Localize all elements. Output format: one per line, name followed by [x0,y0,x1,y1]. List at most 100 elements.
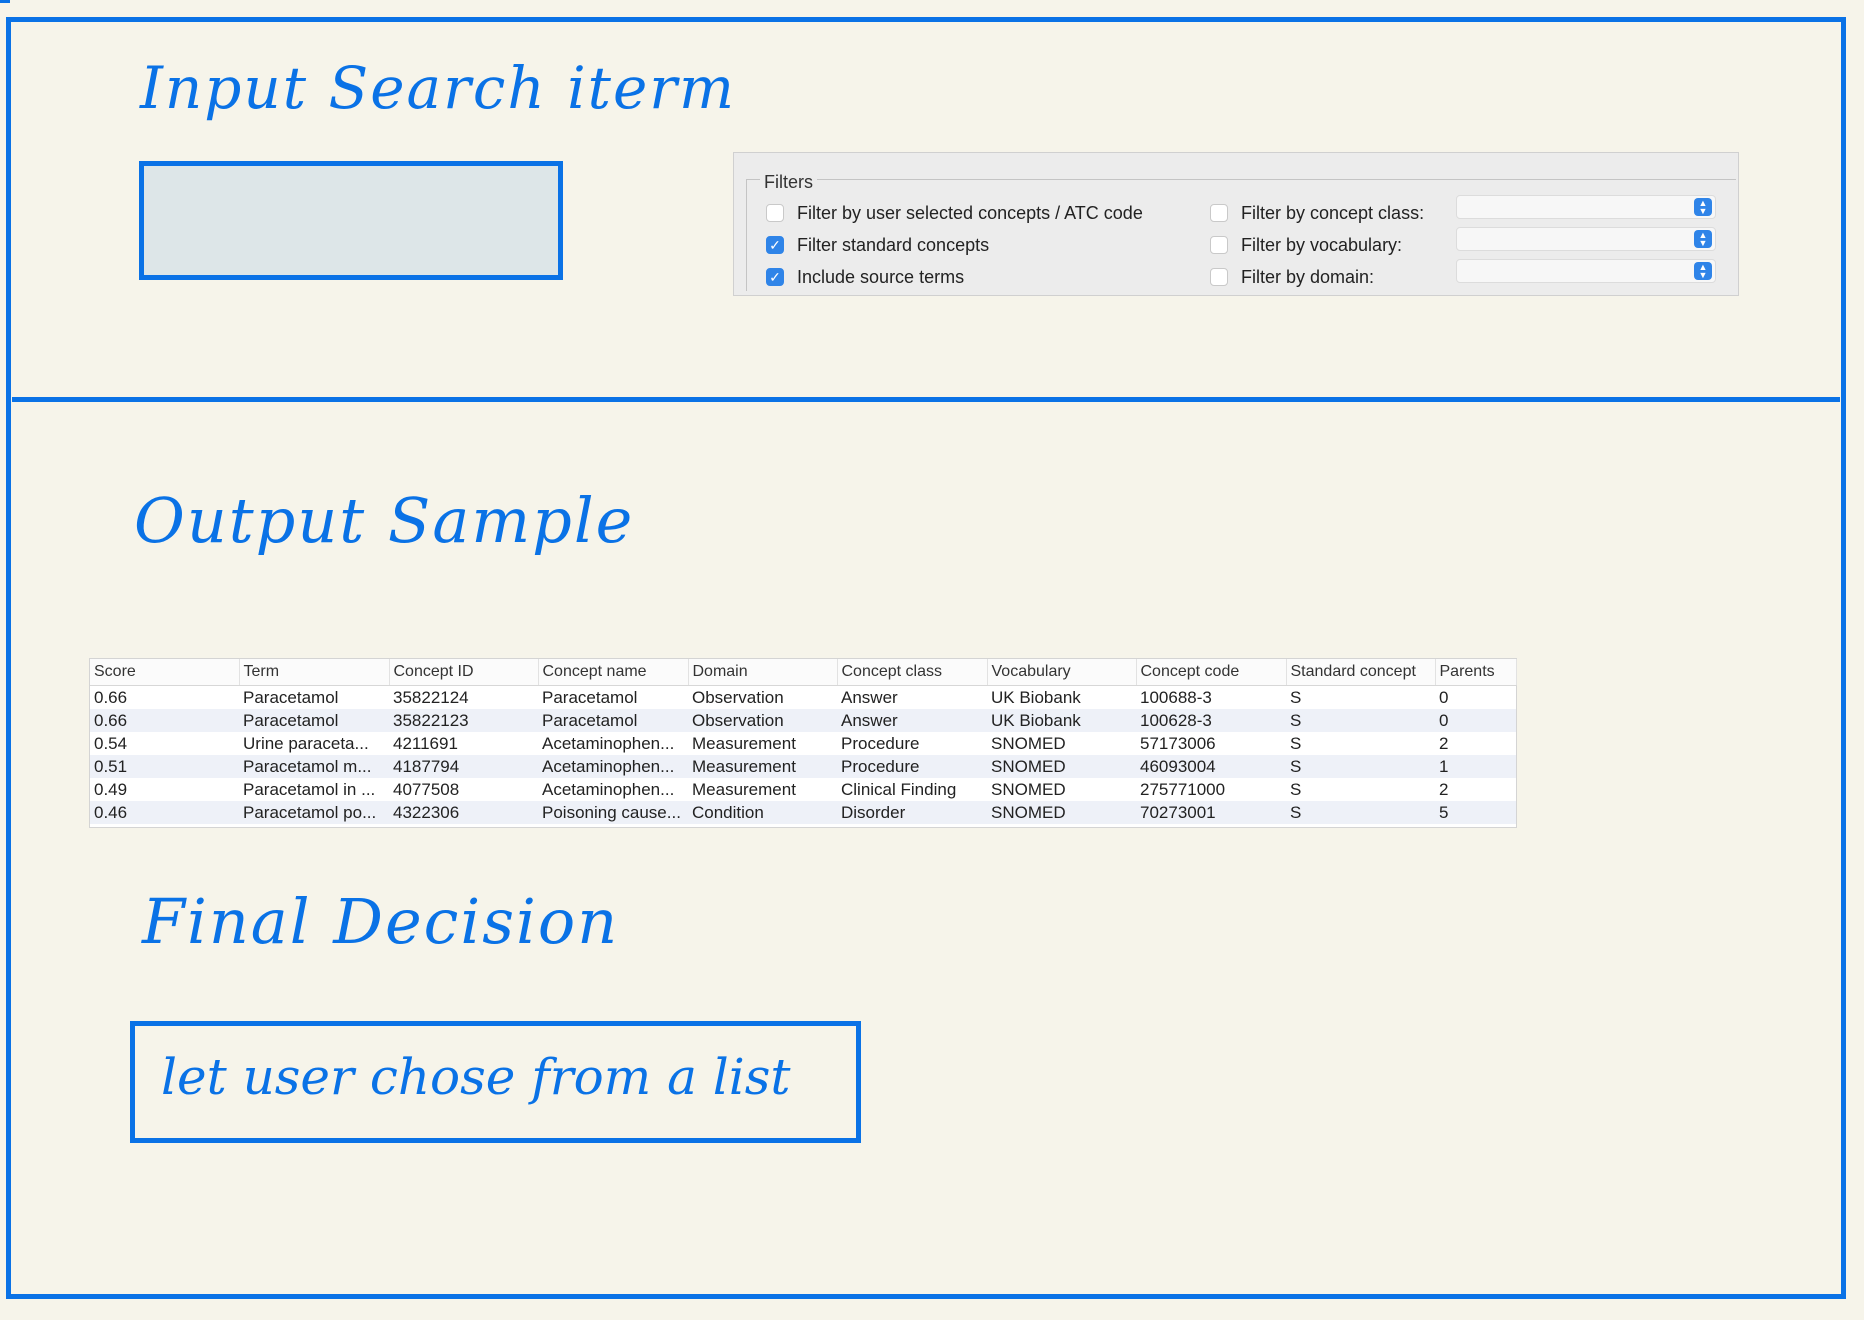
table-cell: 0.66 [94,710,128,730]
table-cell: Answer [841,710,898,730]
table-cell: 0 [1439,687,1449,707]
filter-domain-checkbox[interactable] [1210,268,1228,286]
table-cell: Answer [841,687,898,707]
filter-concept-class-option[interactable]: Filter by concept class: [1210,199,1424,227]
table-cell: S [1290,802,1302,822]
filter-concept-class-checkbox[interactable] [1210,204,1228,222]
table-cell: 2 [1439,733,1449,753]
chevron-up-down-icon: ▲ ▼ [1694,198,1712,216]
table-cell: 0.49 [94,779,128,799]
filter-standard-checkbox[interactable]: ✓ [766,236,784,254]
table-cell: 0.66 [94,687,128,707]
table-cell: Measurement [692,779,796,799]
table-cell: SNOMED [991,802,1066,822]
table-cell: Urine paraceta... [243,733,369,753]
table-cell: Paracetamol [542,687,638,707]
filter-user-selected-label: Filter by user selected concepts / ATC c… [797,202,1143,223]
table-cell: Procedure [841,733,920,753]
table-cell: S [1290,710,1302,730]
concept-class-select[interactable]: ▲ ▼ [1456,195,1716,219]
filter-standard-option[interactable]: ✓ Filter standard concepts [766,231,989,259]
table-cell: Acetaminophen... [542,733,675,753]
table-header-row: Score Term Concept ID Concept name Domai… [90,659,1517,686]
frame-bottom [6,1294,1846,1299]
column-header-score[interactable]: Score [90,659,240,686]
table-cell: Observation [692,710,784,730]
column-header-domain[interactable]: Domain [688,659,838,686]
table-row[interactable]: 0.49 Paracetamol in ... 4077508 Acetamin… [90,778,1516,801]
decision-box-text: let user chose from a list [161,1048,791,1106]
include-source-option[interactable]: ✓ Include source terms [766,263,964,291]
table-cell: Disorder [841,802,906,822]
table-cell: SNOMED [991,779,1066,799]
column-header-standard-concept[interactable]: Standard concept [1286,659,1436,686]
table-cell: 70273001 [1140,802,1216,822]
table-cell: SNOMED [991,756,1066,776]
table-cell: Paracetamol in ... [243,779,376,799]
table-cell: Paracetamol [542,710,638,730]
table-row[interactable]: 0.66 Paracetamol 35822123 Paracetamol Ob… [90,709,1516,732]
table-row[interactable]: 0.46 Paracetamol po... 4322306 Poisoning… [90,801,1516,824]
column-header-parents[interactable]: Parents [1435,659,1517,686]
frame-left [6,17,11,1299]
include-source-label: Include source terms [797,266,965,287]
filter-domain-option[interactable]: Filter by domain: [1210,263,1374,291]
table-cell: 2 [1439,779,1449,799]
table-cell: Acetaminophen... [542,779,675,799]
filter-concept-class-label: Filter by concept class: [1241,202,1425,223]
table-cell: 0.54 [94,733,128,753]
table-cell: Paracetamol [243,710,339,730]
filter-user-selected-checkbox[interactable] [766,204,784,222]
decision-box[interactable]: let user chose from a list [130,1021,861,1143]
column-header-concept-id[interactable]: Concept ID [389,659,539,686]
results-table: Score Term Concept ID Concept name Domai… [89,658,1517,828]
table-cell: Poisoning cause... [542,802,681,822]
table-cell: UK Biobank [991,710,1081,730]
table-row[interactable]: 0.66 Paracetamol 35822124 Paracetamol Ob… [90,686,1516,710]
filter-user-selected-option[interactable]: Filter by user selected concepts / ATC c… [766,199,1143,227]
table-cell: S [1290,687,1302,707]
table-cell: 0 [1439,710,1449,730]
filter-vocabulary-label: Filter by vocabulary: [1241,234,1403,255]
table-cell: Paracetamol po... [243,802,377,822]
filter-standard-label: Filter standard concepts [797,234,990,255]
table-cell: UK Biobank [991,687,1081,707]
chevron-up-down-icon: ▲ ▼ [1694,262,1712,280]
table-cell: Observation [692,687,784,707]
frame-tick [0,0,10,3]
table-cell: Measurement [692,756,796,776]
filter-domain-label: Filter by domain: [1241,266,1375,287]
include-source-checkbox[interactable]: ✓ [766,268,784,286]
vocabulary-select[interactable]: ▲ ▼ [1456,227,1716,251]
filter-vocabulary-option[interactable]: Filter by vocabulary: [1210,231,1402,259]
section-divider [12,397,1840,402]
table-row[interactable]: 0.51 Paracetamol m... 4187794 Acetaminop… [90,755,1516,778]
table-cell: Measurement [692,733,796,753]
column-header-concept-name[interactable]: Concept name [538,659,689,686]
table-cell: 1 [1439,756,1449,776]
table-cell: 5 [1439,802,1449,822]
frame-top [6,17,1845,22]
table-cell: SNOMED [991,733,1066,753]
table-cell: 46093004 [1140,756,1216,776]
table-cell: Procedure [841,756,920,776]
filter-vocabulary-checkbox[interactable] [1210,236,1228,254]
domain-select[interactable]: ▲ ▼ [1456,259,1716,283]
table-cell: S [1290,733,1302,753]
search-input[interactable] [139,161,563,280]
table-cell: 100688-3 [1140,687,1212,707]
column-header-concept-code[interactable]: Concept code [1136,659,1287,686]
column-header-vocabulary[interactable]: Vocabulary [987,659,1137,686]
table-cell: 57173006 [1140,733,1216,753]
table-cell: 4322306 [393,802,460,822]
filters-legend: Filters [760,172,817,193]
table-cell: S [1290,779,1302,799]
table-row[interactable]: 0.54 Urine paraceta... 4211691 Acetamino… [90,732,1516,755]
column-header-term[interactable]: Term [239,659,390,686]
output-section-title: Output Sample [134,484,635,557]
decision-section-title: Final Decision [142,885,620,958]
column-header-concept-class[interactable]: Concept class [837,659,988,686]
table-cell: Paracetamol [243,687,339,707]
table-cell: 35822124 [393,687,469,707]
table-cell: 275771000 [1140,779,1226,799]
